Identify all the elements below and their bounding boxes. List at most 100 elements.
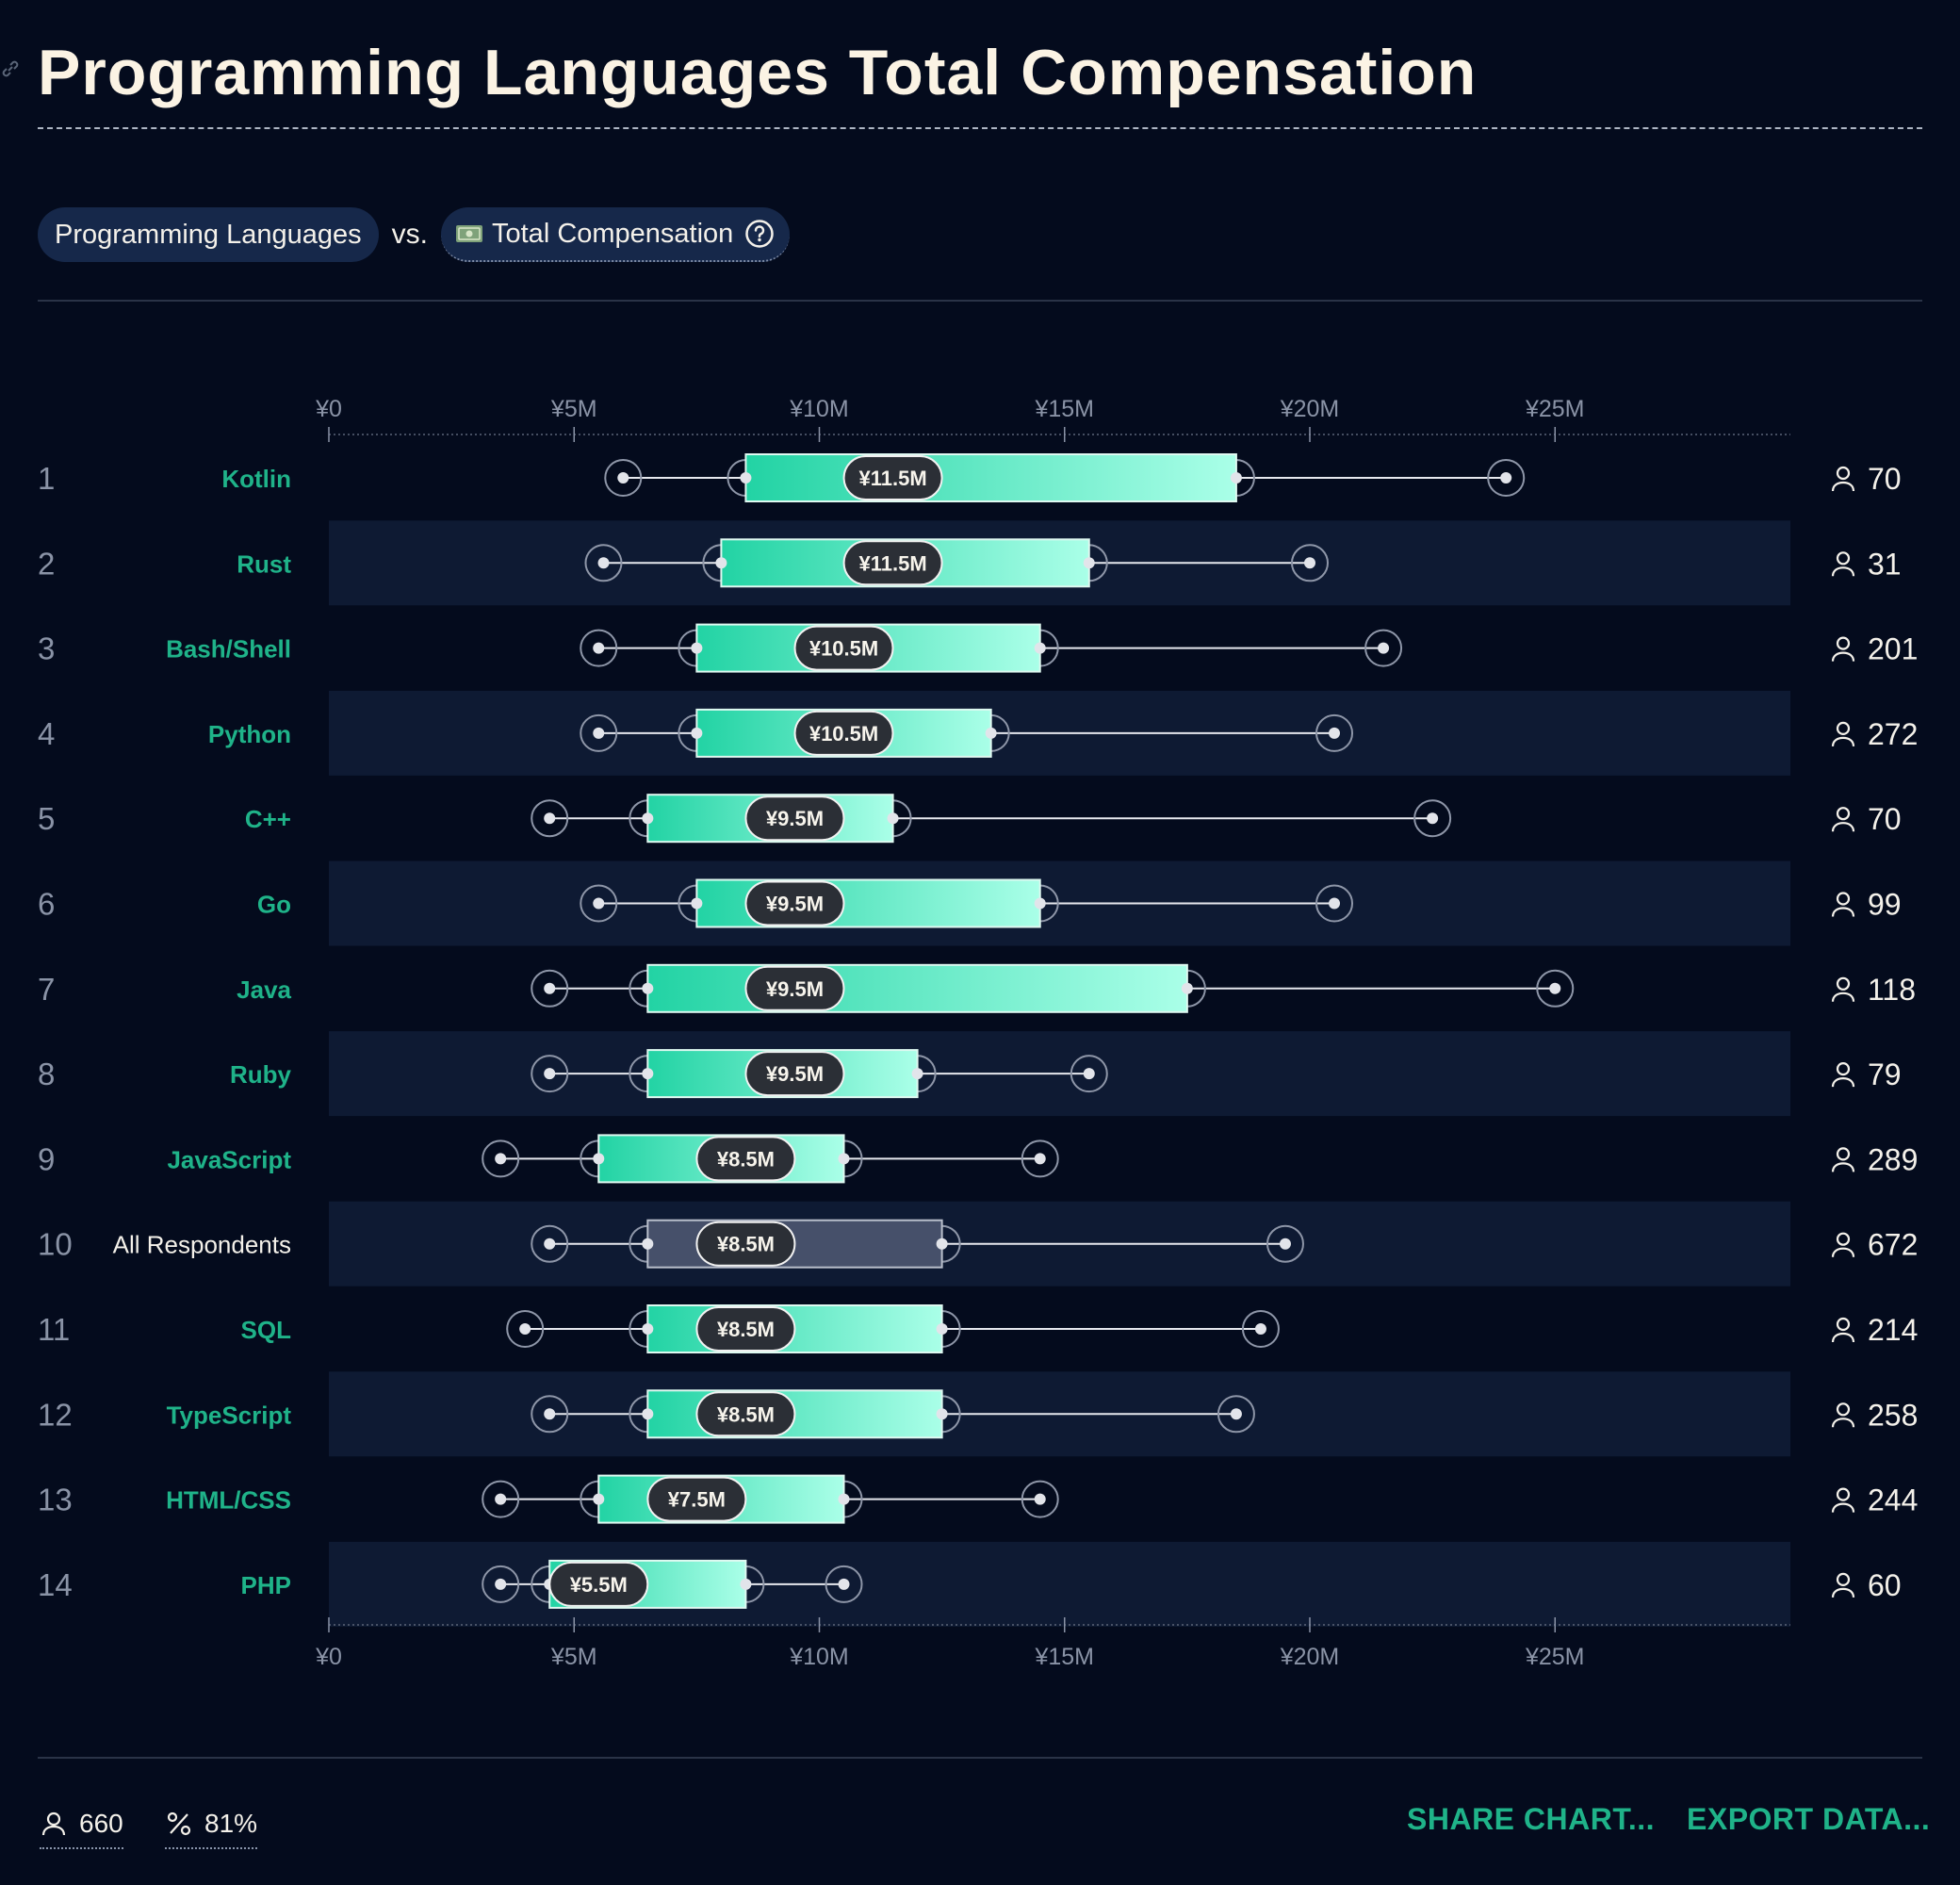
person-icon-body (1831, 1076, 1855, 1088)
median-label: ¥9.5M (766, 1062, 824, 1086)
whisker-high-dot (1329, 727, 1341, 739)
whisker-high-dot (1083, 1068, 1095, 1080)
person-icon-body (1831, 1162, 1855, 1172)
respondents-stat[interactable]: 660 (40, 1802, 123, 1849)
row-label: Ruby (230, 1060, 292, 1089)
row-count: 99 (1868, 888, 1902, 922)
q1-dot (642, 1238, 654, 1250)
median-label: ¥9.5M (766, 977, 824, 1001)
person-icon (1831, 1572, 1855, 1598)
share-chart-button[interactable]: SHARE CHART... (1407, 1802, 1655, 1837)
row-count: 272 (1868, 717, 1918, 751)
person-icon (41, 1811, 66, 1836)
whisker-low-dot (593, 727, 605, 739)
top-axis-tick-label: ¥25M (1525, 396, 1585, 422)
row-count: 258 (1868, 1398, 1918, 1432)
row-count: 118 (1868, 973, 1916, 1007)
whisker-high-dot (1329, 897, 1341, 910)
q1-dot (642, 812, 654, 825)
row-count: 672 (1868, 1228, 1918, 1262)
row-rank: 8 (38, 1057, 55, 1091)
q3-dot (936, 1408, 948, 1420)
whisker-low-dot (495, 1153, 507, 1165)
q1-dot (642, 1408, 654, 1420)
row-count: 244 (1868, 1483, 1918, 1517)
top-axis-tick-label: ¥10M (789, 396, 849, 422)
median-label: ¥8.5M (717, 1318, 775, 1341)
row-count: 214 (1868, 1313, 1918, 1347)
person-icon-head (1836, 976, 1851, 991)
person-icon (1831, 1061, 1855, 1088)
q1-dot (740, 472, 752, 484)
row-rank: 4 (38, 716, 55, 751)
person-icon (1831, 721, 1855, 747)
person-icon-head (1836, 551, 1851, 566)
row-rank: 10 (38, 1227, 73, 1262)
person-icon-body (1831, 736, 1855, 747)
person-icon-body (1831, 907, 1855, 917)
q3-dot (936, 1238, 948, 1250)
person-icon-head (1836, 1572, 1851, 1587)
row-count: 289 (1868, 1142, 1918, 1176)
median-label: ¥11.5M (858, 551, 926, 575)
person-icon-head (1836, 1232, 1851, 1246)
row-rank: 9 (38, 1141, 55, 1176)
median-label: ¥5.5M (570, 1573, 628, 1597)
export-data-button[interactable]: EXPORT DATA... (1687, 1802, 1930, 1837)
q1-dot (642, 1068, 654, 1080)
person-icon-head (1836, 466, 1851, 481)
iqr-box (744, 453, 1237, 502)
row-count: 79 (1868, 1057, 1902, 1091)
person-icon-body (1831, 822, 1855, 832)
footer-separator (38, 1757, 1922, 1759)
whisker-high-dot (1034, 1493, 1046, 1505)
person-icon-head (1836, 1317, 1851, 1332)
person-icon-body (1831, 1247, 1855, 1257)
whisker-low-dot (544, 1408, 556, 1420)
whisker-high-dot (1254, 1323, 1266, 1335)
whisker-high-dot (1034, 1153, 1046, 1165)
row-rank: 7 (38, 972, 55, 1007)
row-rank: 2 (38, 546, 55, 581)
row-rank: 11 (38, 1312, 70, 1347)
row-label: JavaScript (167, 1145, 291, 1173)
person-icon (1831, 1402, 1855, 1428)
row-rank: 1 (38, 461, 55, 496)
top-axis-tick-label: ¥5M (550, 396, 597, 422)
person-icon-body (1831, 1502, 1855, 1513)
person-icon-head (1836, 1147, 1851, 1161)
bottom-axis-tick-label: ¥5M (550, 1644, 597, 1670)
q3-dot (911, 1068, 923, 1080)
person-icon-body (1831, 481, 1855, 492)
person-icon-head (1836, 636, 1851, 650)
q3-dot (740, 1578, 752, 1590)
q1-dot (593, 1493, 605, 1505)
person-icon (1831, 1147, 1855, 1172)
q3-dot (838, 1493, 850, 1505)
person-icon (1831, 807, 1855, 832)
person-icon-head (1836, 807, 1851, 821)
whisker-low-dot (544, 812, 556, 825)
whisker-low-dot (544, 1068, 556, 1080)
bottom-axis-tick-label: ¥20M (1280, 1644, 1340, 1670)
row-label: PHP (241, 1571, 291, 1599)
whisker-low-dot (593, 642, 605, 654)
person-icon-head (1836, 1487, 1851, 1501)
top-axis-tick-label: ¥15M (1034, 396, 1094, 422)
q3-dot (1181, 982, 1193, 994)
row-rank: 5 (38, 801, 55, 836)
q3-dot (838, 1153, 850, 1165)
whisker-high-dot (1427, 812, 1439, 825)
whisker-high-dot (1378, 642, 1390, 654)
percentage-stat[interactable]: 81% (165, 1802, 258, 1849)
median-label: ¥8.5M (717, 1233, 775, 1256)
row-count: 60 (1868, 1568, 1902, 1602)
person-icon (1831, 892, 1855, 917)
person-icon (1831, 976, 1855, 1002)
q1-dot (715, 557, 727, 569)
q1-dot (642, 982, 654, 994)
person-icon (1831, 1317, 1855, 1343)
whisker-low-dot (495, 1578, 507, 1590)
median-label: ¥7.5M (668, 1488, 726, 1512)
q3-dot (1230, 472, 1242, 484)
